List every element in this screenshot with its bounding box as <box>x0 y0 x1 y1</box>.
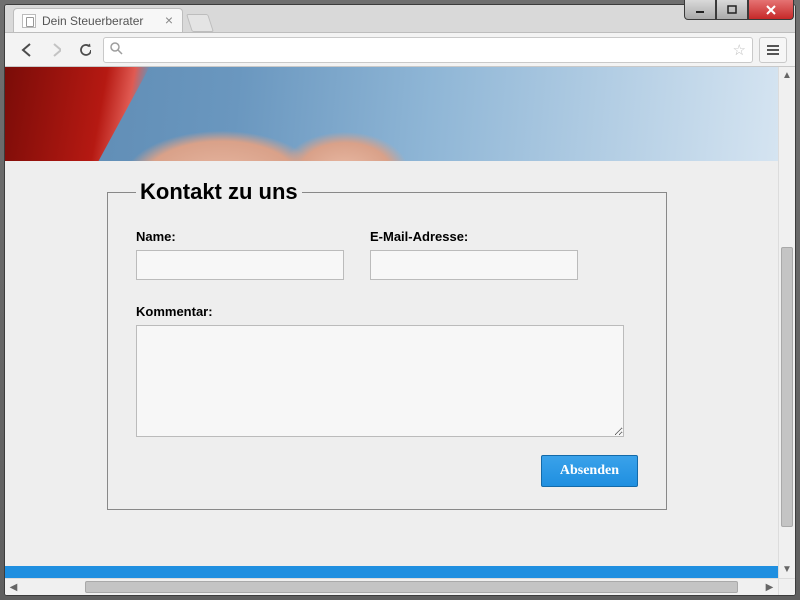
browser-menu-button[interactable] <box>759 37 787 63</box>
scroll-up-icon[interactable]: ▲ <box>779 67 795 84</box>
footer-bar <box>5 566 778 578</box>
comment-textarea[interactable] <box>136 325 624 437</box>
contact-form: Kontakt zu uns Name: E-Mail-Adresse: <box>107 179 667 510</box>
vertical-scroll-thumb[interactable] <box>781 247 793 527</box>
window-close-button[interactable] <box>748 0 794 20</box>
tab-close-icon[interactable]: × <box>162 13 176 27</box>
scroll-down-icon[interactable]: ▼ <box>779 561 795 578</box>
scroll-left-icon[interactable]: ◀ <box>5 579 22 595</box>
horizontal-scrollbar[interactable]: ◀ ▶ <box>5 578 778 595</box>
email-input[interactable] <box>370 250 578 280</box>
window-minimize-button[interactable] <box>684 0 716 20</box>
name-label: Name: <box>136 229 344 244</box>
scroll-corner <box>778 578 795 595</box>
window-maximize-button[interactable] <box>716 0 748 20</box>
scroll-right-icon[interactable]: ▶ <box>761 579 778 595</box>
search-icon <box>110 42 123 58</box>
name-input[interactable] <box>136 250 344 280</box>
page-favicon-icon <box>22 14 36 28</box>
browser-toolbar: ☆ <box>5 33 795 67</box>
page-content: Kontakt zu uns Name: E-Mail-Adresse: <box>5 67 778 578</box>
reload-button[interactable] <box>73 38 97 62</box>
tab-title: Dein Steuerberater <box>42 14 143 28</box>
forward-button[interactable] <box>43 38 67 62</box>
header-image <box>5 67 778 161</box>
vertical-scrollbar[interactable]: ▲ ▼ <box>778 67 795 578</box>
browser-tab[interactable]: Dein Steuerberater × <box>13 8 183 32</box>
address-bar[interactable]: ☆ <box>103 37 753 63</box>
submit-button[interactable]: Absenden <box>541 455 638 487</box>
new-tab-button[interactable] <box>186 14 214 32</box>
back-button[interactable] <box>13 38 37 62</box>
email-label: E-Mail-Adresse: <box>370 229 578 244</box>
url-input[interactable] <box>127 41 733 58</box>
comment-label: Kommentar: <box>136 304 638 319</box>
bookmark-star-icon[interactable]: ☆ <box>733 41 746 59</box>
horizontal-scroll-thumb[interactable] <box>85 581 738 593</box>
tab-strip: Dein Steuerberater × <box>5 5 795 33</box>
form-legend: Kontakt zu uns <box>136 179 302 205</box>
